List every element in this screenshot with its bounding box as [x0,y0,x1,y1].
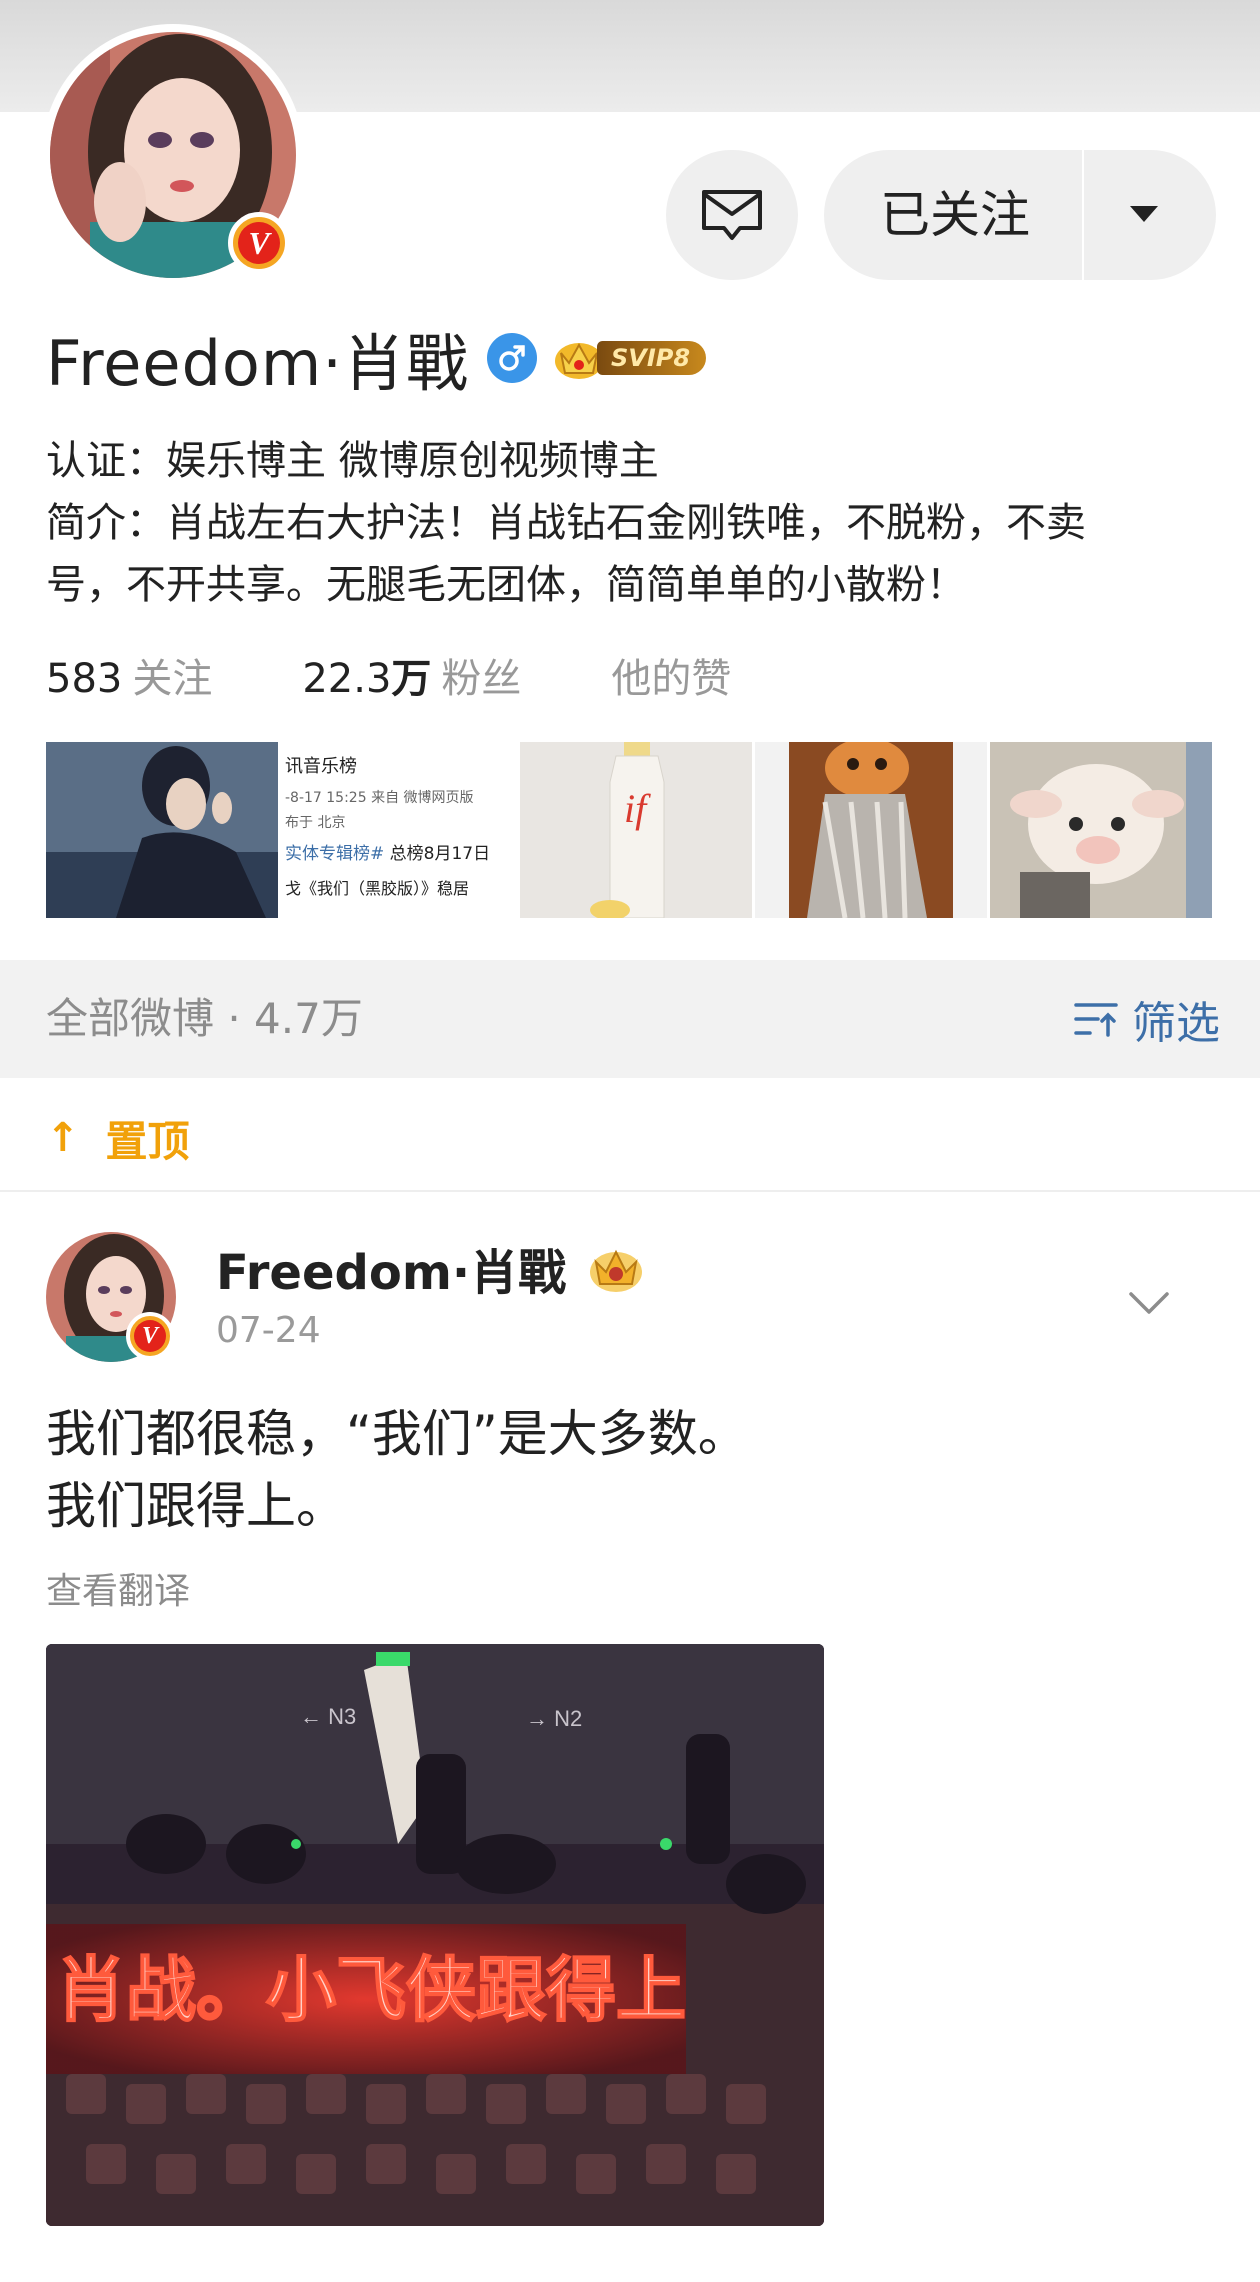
followers-stat[interactable]: 22.3 万 粉丝 [302,646,521,704]
image-banner-text: 肖战。小飞侠跟得上 [56,1949,686,2031]
all-posts-count[interactable]: 全部微博 · 4.7万 [46,960,363,1078]
follow-divider [1082,150,1084,280]
translate-link[interactable]: 查看翻译 [46,1562,190,1614]
followers-label: 粉丝 [441,656,522,702]
post-date: 07-24 [216,1310,321,1351]
followers-count: 22.3 [302,656,392,702]
likes-stat[interactable]: 他的赞 [611,646,731,704]
feed-section-bar: 全部微博 · 4.7万 筛选 [0,960,1260,1078]
following-count: 583 [46,656,123,702]
follow-button[interactable]: 已关注 [824,150,1216,280]
thumb-text-line3: 布于 北京 [285,815,346,831]
media-thumbnails: 讯音乐榜 -8-17 15:25 来自 微博网页版 布于 北京 实体专辑榜# 总… [46,742,1216,918]
thumbnail-photo-1[interactable] [46,742,278,918]
profile-bio: 认证：娱乐博主 微博原创视频博主 简介：肖战左右大护法！肖战钻石金刚铁唯，不脱粉… [46,430,1206,616]
thumbnail-screenshot[interactable]: 讯音乐榜 -8-17 15:25 来自 微博网页版 布于 北京 实体专辑榜# 总… [281,742,517,918]
thumbnail-cat[interactable] [755,742,987,918]
filter-button[interactable]: 筛选 [1072,960,1220,1078]
intro-text-line2: 号，不开共享。无腿毛无团体，简简单单的小散粉！ [46,562,966,608]
pinned-indicator: ↑ 置顶 [46,1100,190,1176]
image-sign-right: → N2 [526,1706,582,1731]
post-text-line1: 我们都很稳，“我们”是大多数。 [46,1405,748,1463]
intro-text-line1: 简介：肖战左右大护法！肖战钻石金刚铁唯，不脱粉，不卖 [46,500,1086,546]
post-author-row: Freedom·肖戰 [216,1233,646,1303]
post-image[interactable]: ← N3 → N2 肖战。小飞侠跟得上 [46,1644,824,2226]
thumb-text-line4: 实体专辑榜# [285,844,385,864]
thumb-text-line5: 戈《我们（黑胶版）》稳居 [285,879,470,898]
envelope-icon [702,190,762,240]
following-stat[interactable]: 583 关注 [46,646,212,704]
follow-label: 已关注 [880,186,1030,244]
thumb-text-line2: -8-17 15:25 来自 微博网页版 [285,790,474,806]
filter-label: 筛选 [1132,998,1220,1049]
message-button[interactable] [666,150,798,280]
following-label: 关注 [132,656,213,702]
profile-stats: 583 关注 22.3 万 粉丝 他的赞 [46,640,731,710]
thumbnail-lamb[interactable] [990,742,1212,918]
image-sign-left: ← N3 [300,1704,356,1729]
thumb-text-line1: 讯音乐榜 [285,756,357,777]
pinned-label: 置顶 [105,1116,190,1166]
followers-unit: 万 [391,656,432,702]
post-author-name[interactable]: Freedom·肖戰 [216,1233,566,1303]
thumbnail-bottle[interactable]: if [520,742,752,918]
certification-text: 认证：娱乐博主 微博原创视频博主 [46,438,659,484]
chevron-down-icon[interactable] [1128,1290,1170,1316]
divider [0,1190,1260,1192]
post-text-line2: 我们跟得上。 [46,1477,346,1535]
male-icon [486,333,537,383]
svip-label: SVIP8 [596,341,707,375]
svip-badge[interactable]: SVIP8 [553,335,707,381]
verified-badge-icon: V [126,1312,174,1360]
verified-badge-icon: V [228,212,290,274]
profile-name: Freedom·肖戰 [46,327,469,400]
profile-name-row: Freedom·肖戰 SVIP8 [46,318,707,400]
chevron-down-icon[interactable] [1130,206,1158,222]
thumb-text-line4b: 总榜8月17日 [389,844,491,864]
filter-icon [1074,1003,1118,1037]
pin-arrow-icon: ↑ [46,1115,80,1161]
crown-icon [590,1249,643,1292]
post-text: 我们都很稳，“我们”是大多数。 我们跟得上。 [46,1398,1216,1542]
